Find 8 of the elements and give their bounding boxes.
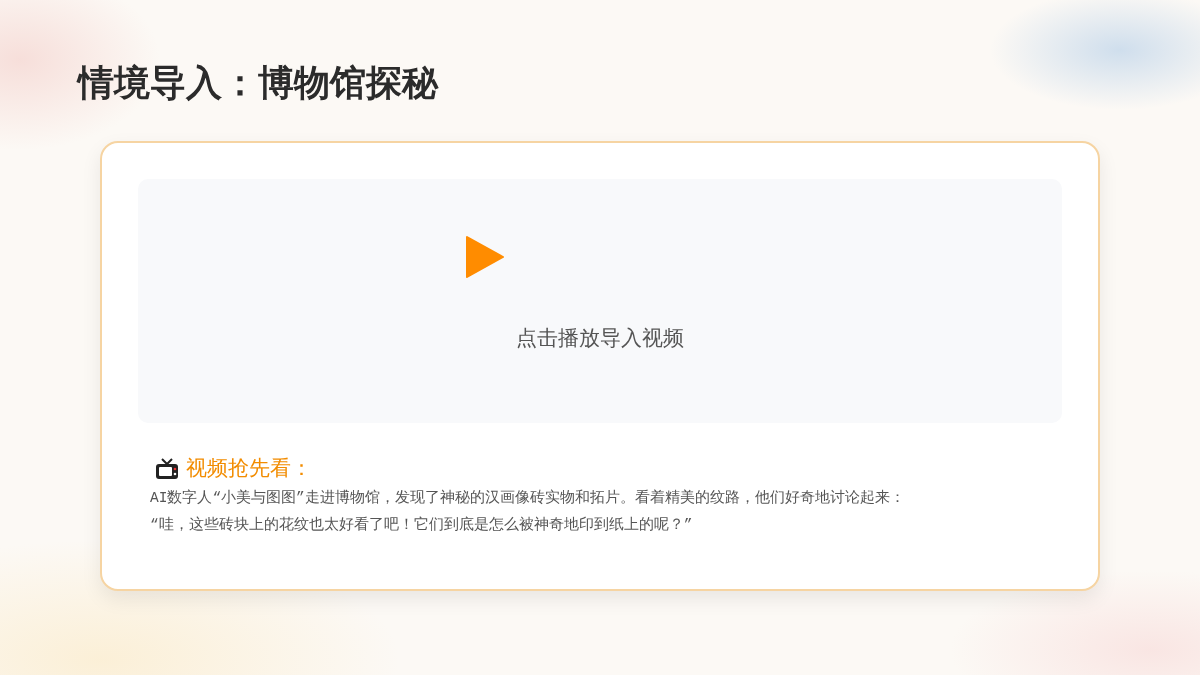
play-icon[interactable] xyxy=(465,235,505,280)
play-prompt: 点击播放导入视频 xyxy=(516,325,684,353)
description-text: “哇，这些砖块上的花纹也太好看了吧！它们到底是怎么被神奇地印到纸上的呢？” xyxy=(150,515,694,535)
tv-icon xyxy=(154,456,180,481)
description-text: AI数字人“小美与图图”走进博物馆，发现了神秘的汉画像砖实物和拓片。看着精美的纹路，他们好奇地讨论起来： xyxy=(150,488,906,508)
slide-title: 情境导入：博物馆探秘 xyxy=(75,62,440,105)
video-player[interactable]: 点击播放导入视频 xyxy=(138,179,1062,424)
preview-heading: 视频抢先看： xyxy=(186,455,312,483)
